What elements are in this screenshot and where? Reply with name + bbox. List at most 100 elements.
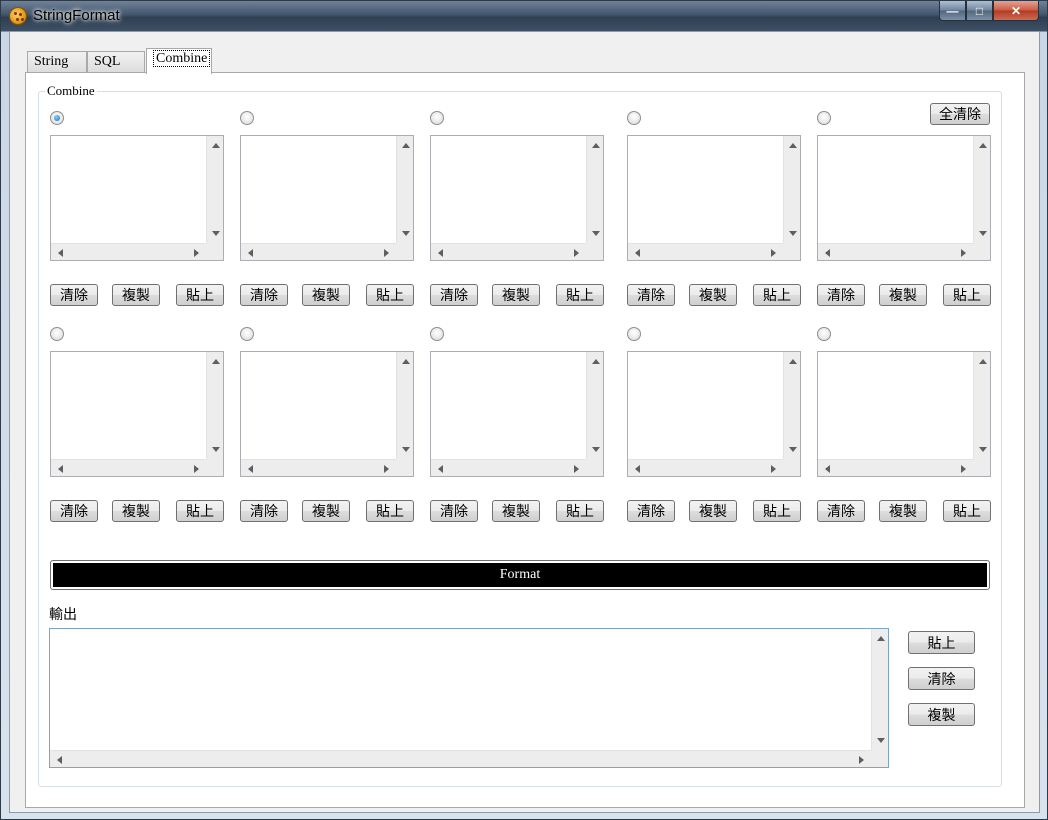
output-textbox[interactable] bbox=[49, 628, 889, 768]
slot-copy-button[interactable]: 複製 bbox=[879, 284, 927, 306]
scroll-down-icon[interactable] bbox=[979, 447, 987, 452]
slot-textbox[interactable] bbox=[627, 351, 801, 477]
output-clear-button[interactable]: 清除 bbox=[908, 667, 975, 690]
slot-textbox[interactable] bbox=[430, 351, 604, 477]
slot-textbox[interactable] bbox=[817, 135, 991, 261]
scroll-down-icon[interactable] bbox=[402, 447, 410, 452]
slot-radio[interactable] bbox=[817, 327, 831, 341]
scroll-right-icon[interactable] bbox=[194, 249, 199, 257]
slot-copy-button[interactable]: 複製 bbox=[689, 284, 737, 306]
slot-vertical-scrollbar[interactable] bbox=[973, 136, 990, 243]
scroll-right-icon[interactable] bbox=[961, 465, 966, 473]
slot-clear-button[interactable]: 清除 bbox=[50, 500, 98, 522]
slot-horizontal-scrollbar[interactable] bbox=[628, 243, 783, 260]
slot-horizontal-scrollbar[interactable] bbox=[431, 459, 586, 476]
slot-radio[interactable] bbox=[240, 327, 254, 341]
slot-paste-button[interactable]: 貼上 bbox=[556, 284, 604, 306]
slot-clear-button[interactable]: 清除 bbox=[817, 284, 865, 306]
scroll-right-icon[interactable] bbox=[771, 249, 776, 257]
scroll-left-icon[interactable] bbox=[248, 249, 253, 257]
output-horizontal-scrollbar[interactable] bbox=[50, 750, 871, 767]
slot-radio[interactable] bbox=[50, 111, 64, 125]
scroll-down-icon[interactable] bbox=[789, 447, 797, 452]
scroll-down-icon[interactable] bbox=[592, 447, 600, 452]
slot-vertical-scrollbar[interactable] bbox=[396, 352, 413, 459]
scroll-up-icon[interactable] bbox=[212, 143, 220, 148]
scroll-down-icon[interactable] bbox=[979, 231, 987, 236]
slot-copy-button[interactable]: 複製 bbox=[492, 284, 540, 306]
scroll-left-icon[interactable] bbox=[825, 465, 830, 473]
slot-horizontal-scrollbar[interactable] bbox=[51, 243, 206, 260]
scroll-down-icon[interactable] bbox=[877, 738, 885, 743]
scroll-left-icon[interactable] bbox=[825, 249, 830, 257]
scroll-left-icon[interactable] bbox=[438, 249, 443, 257]
slot-copy-button[interactable]: 複製 bbox=[302, 500, 350, 522]
slot-horizontal-scrollbar[interactable] bbox=[818, 243, 973, 260]
scroll-right-icon[interactable] bbox=[194, 465, 199, 473]
slot-clear-button[interactable]: 清除 bbox=[817, 500, 865, 522]
slot-copy-button[interactable]: 複製 bbox=[112, 500, 160, 522]
clear-all-button[interactable]: 全清除 bbox=[930, 103, 990, 125]
slot-copy-button[interactable]: 複製 bbox=[302, 284, 350, 306]
slot-radio[interactable] bbox=[50, 327, 64, 341]
slot-textbox[interactable] bbox=[50, 351, 224, 477]
slot-clear-button[interactable]: 清除 bbox=[430, 500, 478, 522]
slot-horizontal-scrollbar[interactable] bbox=[628, 459, 783, 476]
close-button[interactable]: ✕ bbox=[993, 1, 1039, 21]
scroll-up-icon[interactable] bbox=[402, 359, 410, 364]
slot-vertical-scrollbar[interactable] bbox=[973, 352, 990, 459]
scroll-up-icon[interactable] bbox=[979, 143, 987, 148]
scroll-up-icon[interactable] bbox=[789, 143, 797, 148]
scroll-right-icon[interactable] bbox=[771, 465, 776, 473]
slot-textbox[interactable] bbox=[240, 135, 414, 261]
slot-horizontal-scrollbar[interactable] bbox=[241, 243, 396, 260]
slot-vertical-scrollbar[interactable] bbox=[206, 352, 223, 459]
slot-paste-button[interactable]: 貼上 bbox=[366, 284, 414, 306]
scroll-left-icon[interactable] bbox=[58, 465, 63, 473]
slot-vertical-scrollbar[interactable] bbox=[206, 136, 223, 243]
slot-vertical-scrollbar[interactable] bbox=[586, 136, 603, 243]
slot-vertical-scrollbar[interactable] bbox=[783, 352, 800, 459]
slot-clear-button[interactable]: 清除 bbox=[240, 284, 288, 306]
scroll-up-icon[interactable] bbox=[979, 359, 987, 364]
output-vertical-scrollbar[interactable] bbox=[871, 629, 888, 750]
slot-horizontal-scrollbar[interactable] bbox=[431, 243, 586, 260]
scroll-up-icon[interactable] bbox=[877, 636, 885, 641]
tab-string[interactable]: String bbox=[27, 51, 87, 73]
slot-clear-button[interactable]: 清除 bbox=[627, 284, 675, 306]
scroll-left-icon[interactable] bbox=[438, 465, 443, 473]
scroll-up-icon[interactable] bbox=[789, 359, 797, 364]
slot-radio[interactable] bbox=[430, 327, 444, 341]
slot-copy-button[interactable]: 複製 bbox=[879, 500, 927, 522]
scroll-left-icon[interactable] bbox=[58, 249, 63, 257]
scroll-left-icon[interactable] bbox=[57, 756, 62, 764]
slot-textbox[interactable] bbox=[50, 135, 224, 261]
slot-clear-button[interactable]: 清除 bbox=[430, 284, 478, 306]
output-copy-button[interactable]: 複製 bbox=[908, 703, 975, 726]
slot-paste-button[interactable]: 貼上 bbox=[753, 284, 801, 306]
format-button[interactable]: Format bbox=[50, 560, 990, 590]
scroll-right-icon[interactable] bbox=[384, 249, 389, 257]
scroll-right-icon[interactable] bbox=[574, 465, 579, 473]
slot-horizontal-scrollbar[interactable] bbox=[51, 459, 206, 476]
slot-horizontal-scrollbar[interactable] bbox=[818, 459, 973, 476]
slot-clear-button[interactable]: 清除 bbox=[240, 500, 288, 522]
slot-textbox[interactable] bbox=[430, 135, 604, 261]
scroll-down-icon[interactable] bbox=[789, 231, 797, 236]
slot-paste-button[interactable]: 貼上 bbox=[556, 500, 604, 522]
scroll-down-icon[interactable] bbox=[592, 231, 600, 236]
minimize-button[interactable]: — bbox=[939, 1, 966, 21]
slot-paste-button[interactable]: 貼上 bbox=[366, 500, 414, 522]
scroll-left-icon[interactable] bbox=[248, 465, 253, 473]
scroll-right-icon[interactable] bbox=[574, 249, 579, 257]
scroll-up-icon[interactable] bbox=[402, 143, 410, 148]
slot-vertical-scrollbar[interactable] bbox=[783, 136, 800, 243]
slot-copy-button[interactable]: 複製 bbox=[689, 500, 737, 522]
scroll-down-icon[interactable] bbox=[212, 447, 220, 452]
maximize-button[interactable]: □ bbox=[966, 1, 993, 21]
scroll-right-icon[interactable] bbox=[384, 465, 389, 473]
slot-radio[interactable] bbox=[817, 111, 831, 125]
slot-paste-button[interactable]: 貼上 bbox=[753, 500, 801, 522]
slot-copy-button[interactable]: 複製 bbox=[492, 500, 540, 522]
tab-combine[interactable]: Combine bbox=[146, 48, 212, 74]
